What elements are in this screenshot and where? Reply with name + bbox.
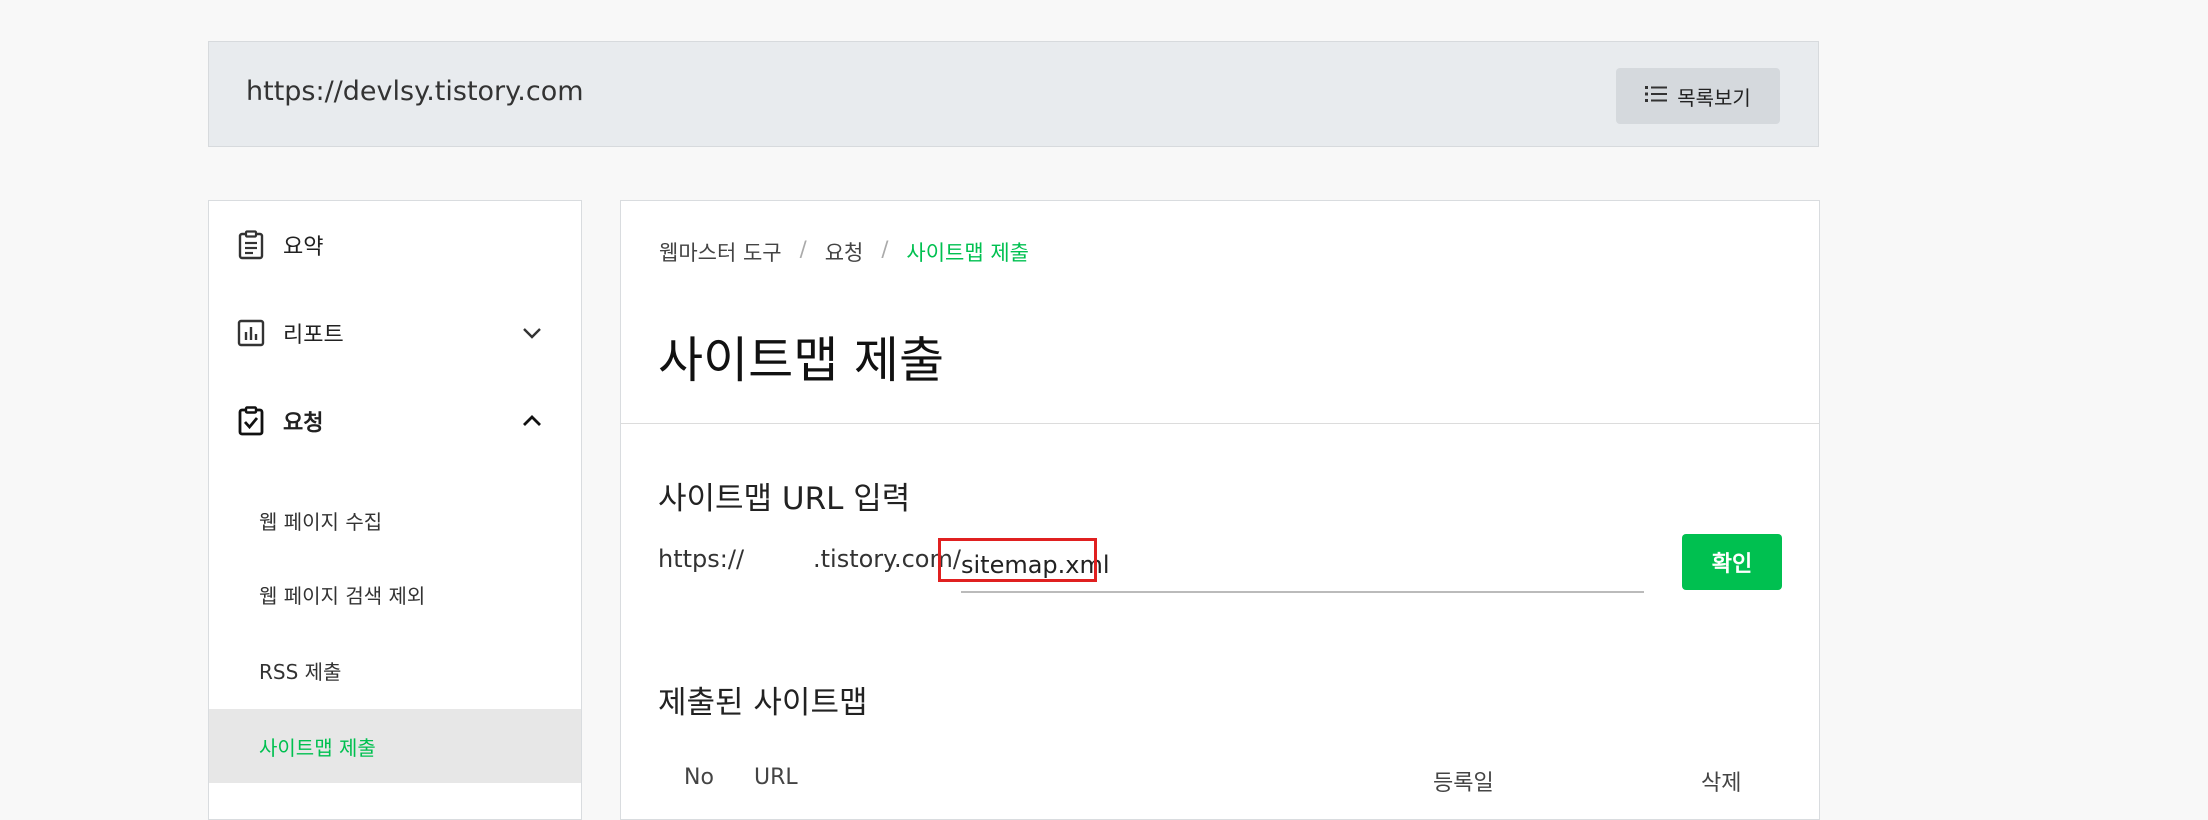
highlight-box (938, 538, 1097, 582)
site-header-bar: https://devlsy.tistory.com 목록보기 (208, 41, 1819, 147)
column-header-url: URL (754, 765, 798, 790)
list-icon (1645, 84, 1669, 109)
submitted-sitemap-section-title: 제출된 사이트맵 (658, 685, 868, 721)
sidebar-subitem-rss-submit[interactable]: RSS 제출 (209, 633, 581, 707)
clipboard-check-icon (236, 406, 266, 436)
column-header-no: No (684, 765, 714, 790)
confirm-button[interactable]: 확인 (1682, 534, 1782, 590)
sidebar-item-request[interactable]: 요청 (209, 391, 581, 451)
sidebar-item-summary[interactable]: 요약 (209, 215, 581, 275)
sidebar: 요약 리포트 요청 웹 페이지 수집 웹 페이지 검색 제외 RSS 제출 사이… (208, 200, 582, 820)
breadcrumb-current: 사이트맵 제출 (906, 241, 1030, 265)
sidebar-subitem-label: 웹 페이지 검색 제외 (259, 583, 426, 608)
url-prefix: https:// (658, 545, 745, 573)
breadcrumb-separator: / (799, 237, 807, 261)
sitemap-url-section-title: 사이트맵 URL 입력 (658, 481, 911, 517)
sidebar-subitem-label: 웹 페이지 수집 (259, 509, 383, 534)
bar-chart-icon (236, 318, 266, 348)
main-panel: 웹마스터 도구 / 요청 / 사이트맵 제출 사이트맵 제출 사이트맵 URL … (620, 200, 1820, 820)
chevron-up-icon[interactable] (521, 410, 543, 432)
sidebar-subitem-web-page-exclude[interactable]: 웹 페이지 검색 제외 (209, 557, 581, 631)
sidebar-subitem-web-page-collect[interactable]: 웹 페이지 수집 (209, 483, 581, 557)
breadcrumb: 웹마스터 도구 / 요청 / 사이트맵 제출 (659, 237, 1029, 267)
list-view-button[interactable]: 목록보기 (1616, 68, 1780, 124)
sidebar-item-label: 요약 (283, 235, 324, 260)
section-divider (621, 423, 1819, 424)
sidebar-subitem-sitemap-submit[interactable]: 사이트맵 제출 (209, 709, 581, 783)
sidebar-subitem-label: 사이트맵 제출 (259, 735, 376, 760)
breadcrumb-item[interactable]: 요청 (825, 237, 864, 267)
breadcrumb-item[interactable]: 웹마스터 도구 (659, 237, 782, 267)
chevron-down-icon[interactable] (521, 322, 543, 344)
sidebar-item-label: 리포트 (283, 323, 344, 348)
sidebar-item-report[interactable]: 리포트 (209, 303, 581, 363)
site-url: https://devlsy.tistory.com (246, 76, 584, 107)
page-title: 사이트맵 제출 (658, 332, 945, 389)
column-header-delete: 삭제 (1701, 771, 1742, 796)
breadcrumb-separator: / (881, 237, 889, 261)
list-view-label: 목록보기 (1677, 85, 1751, 110)
column-header-date: 등록일 (1433, 771, 1494, 796)
clipboard-list-icon (236, 230, 266, 260)
sidebar-subitem-label: RSS 제출 (259, 659, 342, 684)
sidebar-item-label: 요청 (283, 411, 324, 436)
